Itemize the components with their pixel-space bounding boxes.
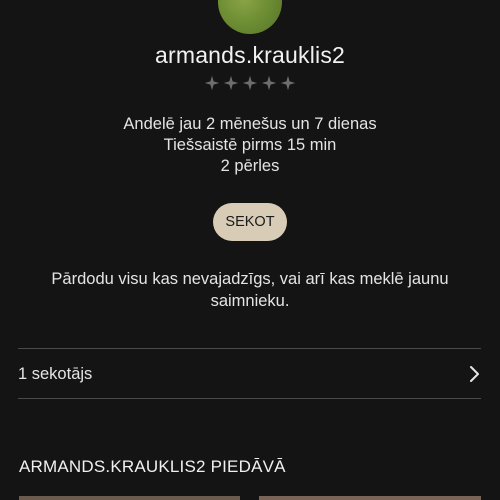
listings-title: ARMANDS.KRAUKLIS2 PIEDĀVĀ — [19, 457, 286, 476]
avatar — [218, 0, 282, 34]
chevron-right-icon — [467, 365, 481, 383]
star-icon — [242, 75, 258, 91]
profile-bio: Pārdodu visu kas nevajadzīgs, vai arī ka… — [51, 270, 449, 310]
divider — [18, 398, 481, 399]
profile-meta: Andelē jau 2 mēnešus un 7 dienas Tiešsai… — [0, 114, 500, 177]
followers-row[interactable]: 1 sekotājs — [18, 350, 481, 398]
star-icon — [280, 75, 296, 91]
star-icon — [261, 75, 277, 91]
last-online: Tiešsaistē pirms 15 min — [163, 136, 337, 154]
username: armands.krauklis2 — [154, 42, 346, 68]
pearls-count: 2 pērles — [220, 157, 280, 175]
profile-page: armands.krauklis2 Andelē jau 2 mēnešus u… — [0, 0, 500, 500]
star-icon — [204, 75, 220, 91]
listing-thumbnail[interactable] — [19, 496, 240, 500]
follow-button[interactable]: SEKOT — [213, 203, 287, 241]
star-icon — [223, 75, 239, 91]
member-since: Andelē jau 2 mēnešus un 7 dienas — [123, 115, 377, 133]
followers-label: 1 sekotājs — [18, 364, 93, 383]
rating-stars — [0, 75, 500, 91]
listing-thumbnail[interactable] — [259, 496, 481, 500]
divider — [18, 348, 481, 349]
